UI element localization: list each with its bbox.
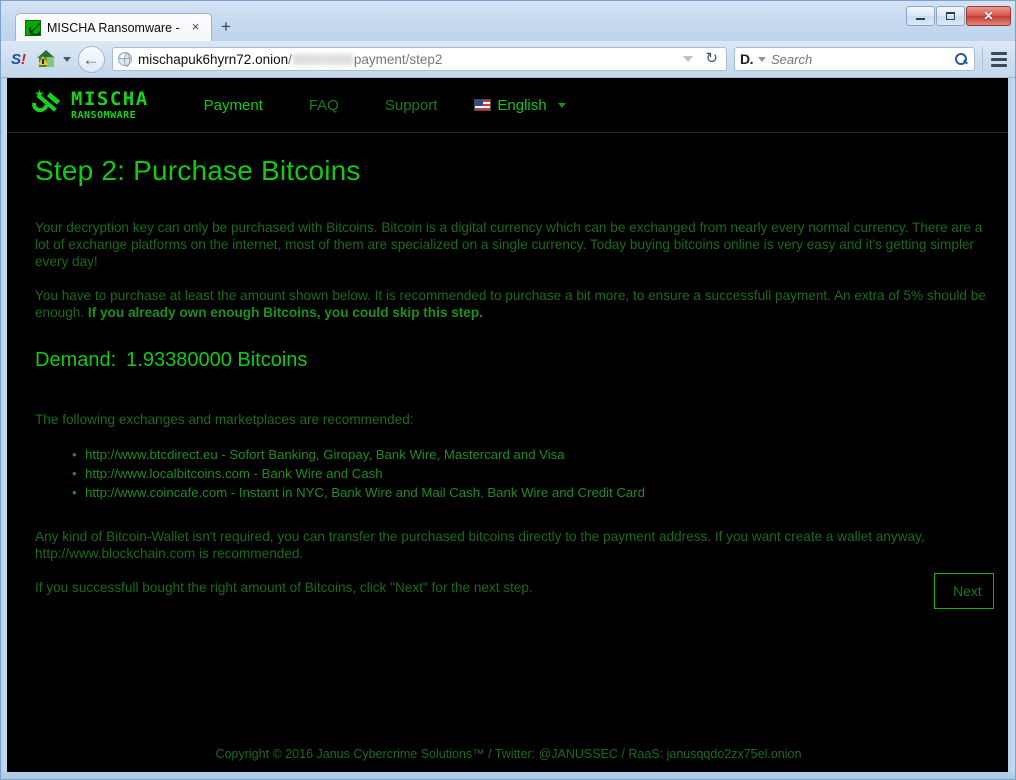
- recommendation-intro: The following exchanges and marketplaces…: [35, 412, 414, 427]
- exchange-desc-coincafe: - Instant in NYC, Bank Wire and Mail Cas…: [227, 485, 645, 500]
- logo-title: MISCHA: [71, 87, 149, 110]
- warning-exclamation-shape: [42, 59, 44, 64]
- list-item: http://www.localbitcoins.com - Bank Wire…: [72, 464, 986, 483]
- sophos-icon-bang: !: [21, 50, 27, 68]
- next-step-note-paragraph: If you successfull bought the right amou…: [35, 580, 533, 595]
- list-item: http://www.btcdirect.eu - Sofort Banking…: [72, 445, 986, 464]
- nav-item-payment[interactable]: Payment: [181, 97, 286, 114]
- language-label: English: [497, 96, 547, 114]
- wallet-note-paragraph: Any kind of Bitcoin-Wallet isn't require…: [35, 529, 925, 561]
- search-icon[interactable]: [954, 52, 969, 67]
- us-flag-icon: [474, 99, 492, 111]
- window-bottom-edge: [1, 772, 1015, 779]
- browser-tab[interactable]: MISCHA Ransomware - Pa... ×: [15, 13, 212, 41]
- exchange-desc-btcdirect: - Sofort Banking, Giropay, Bank Wire, Ma…: [217, 447, 565, 462]
- skip-step-emphasis: If you already own enough Bitcoins, you …: [87, 305, 483, 320]
- maximize-button[interactable]: [936, 6, 965, 26]
- security-home-toolbar-button[interactable]: [37, 50, 56, 68]
- sophos-toolbar-button[interactable]: S!: [11, 50, 30, 69]
- nav-item-support[interactable]: Support: [362, 97, 461, 114]
- intro-paragraph: Your decryption key can only be purchase…: [35, 220, 983, 269]
- next-button[interactable]: Next: [934, 573, 994, 609]
- site-navigation: Payment FAQ Support: [181, 97, 461, 114]
- search-engine-chevron-down-icon[interactable]: [758, 56, 766, 62]
- url-history-chevron-down-icon[interactable]: [683, 56, 694, 62]
- purchase-amount-paragraph: You have to purchase at least the amount…: [35, 287, 986, 321]
- tab-strip: MISCHA Ransomware - Pa... × +: [15, 8, 237, 41]
- security-dropdown-chevron-down-icon[interactable]: [63, 56, 71, 62]
- hamburger-menu-button[interactable]: [982, 47, 1008, 71]
- url-separator: /: [288, 51, 292, 67]
- sophos-icon: S!: [11, 50, 30, 69]
- exchange-link-btcdirect[interactable]: http://www.btcdirect.eu: [85, 447, 218, 462]
- demand-value: 1.93380000 Bitcoins: [126, 349, 308, 371]
- minimize-icon: [916, 18, 925, 20]
- maximize-icon: [946, 12, 955, 20]
- main-content: Step 2: Purchase Bitcoins Your decryptio…: [7, 133, 1010, 717]
- logo-wordmark: MISCHA RANSOMWARE: [71, 87, 149, 121]
- exchange-link-localbitcoins[interactable]: http://www.localbitcoins.com: [85, 466, 250, 481]
- browser-window: MISCHA Ransomware - Pa... × + ✕ S! ←: [0, 0, 1016, 780]
- language-selector[interactable]: English: [474, 96, 566, 114]
- tab-title: MISCHA Ransomware - Pa...: [47, 20, 182, 35]
- house-shield-icon: [37, 50, 56, 68]
- language-chevron-down-icon[interactable]: [557, 102, 566, 108]
- exchange-desc-localbitcoins: - Bank Wire and Cash: [249, 466, 383, 481]
- nav-item-faq[interactable]: FAQ: [286, 97, 362, 114]
- demand-line: Demand: 1.93380000 Bitcoins: [35, 349, 986, 372]
- viewport-right-edge: [1008, 78, 1015, 774]
- back-button[interactable]: ←: [78, 45, 105, 73]
- page-title: Step 2: Purchase Bitcoins: [35, 155, 361, 186]
- exchange-link-coincafe[interactable]: http://www.coincafe.com: [85, 485, 227, 500]
- site-footer: Copyright © 2016 Janus Cybercrime Soluti…: [215, 747, 802, 761]
- window-controls: ✕: [906, 6, 1011, 26]
- globe-icon: [118, 52, 132, 67]
- close-tab-icon[interactable]: ×: [188, 20, 203, 35]
- title-bar: MISCHA Ransomware - Pa... × + ✕: [1, 1, 1015, 41]
- navigation-toolbar: S! ← mischapuk6hyrn72.onion / payment/step…: [1, 41, 1015, 78]
- menu-bar-1: [991, 51, 1007, 55]
- new-tab-button[interactable]: +: [215, 17, 237, 38]
- demand-label: Demand:: [35, 349, 117, 371]
- hammer-and-sickle-icon: ★: [29, 88, 65, 121]
- duckduckgo-engine-icon[interactable]: D.: [740, 51, 754, 67]
- minimize-button[interactable]: [906, 6, 935, 26]
- viewport-left-edge: [1, 78, 7, 774]
- search-bar[interactable]: D.: [734, 47, 975, 71]
- site-header: ★ MISCHA RANSOMWARE Payment FAQ Support …: [7, 78, 1010, 133]
- site-logo[interactable]: ★ MISCHA RANSOMWARE: [29, 87, 149, 121]
- reload-icon[interactable]: ↻: [703, 51, 722, 67]
- exchange-list: http://www.btcdirect.eu - Sofort Banking…: [35, 445, 986, 502]
- menu-bar-2: [991, 57, 1007, 61]
- url-text: mischapuk6hyrn72.onion / payment/step2: [138, 52, 442, 67]
- sophos-icon-letter: S: [11, 50, 22, 68]
- url-host: mischapuk6hyrn72.onion: [138, 51, 289, 67]
- url-bar[interactable]: mischapuk6hyrn72.onion / payment/step2 ↻: [112, 47, 727, 71]
- hammer-sickle-favicon-icon: [25, 19, 41, 36]
- url-redacted-segment: [292, 53, 353, 65]
- menu-bar-3: [991, 63, 1007, 67]
- close-window-button[interactable]: ✕: [966, 6, 1011, 26]
- logo-subtitle: RANSOMWARE: [71, 109, 137, 121]
- close-icon: ✕: [983, 9, 994, 23]
- page-viewport: ★ MISCHA RANSOMWARE Payment FAQ Support …: [7, 78, 1010, 774]
- back-arrow-icon: ←: [82, 49, 100, 69]
- search-input[interactable]: [771, 51, 949, 67]
- list-item: http://www.coincafe.com - Instant in NYC…: [72, 483, 986, 502]
- url-path: payment/step2: [353, 51, 443, 67]
